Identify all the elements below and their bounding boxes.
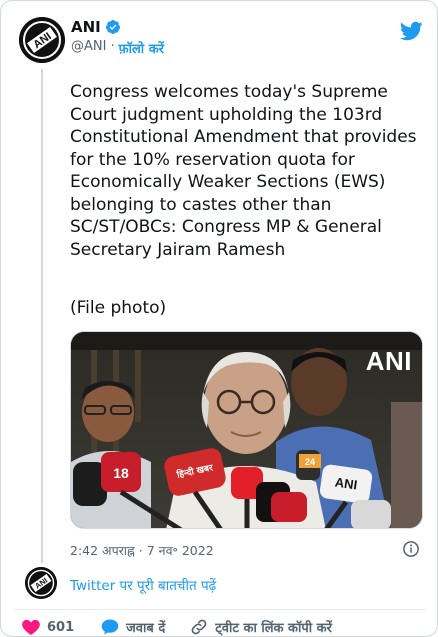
author-handle[interactable]: @ANI xyxy=(71,39,106,57)
media-watermark: ANI xyxy=(365,346,412,376)
info-icon[interactable] xyxy=(402,540,420,558)
follow-button[interactable]: फ़ॉलो करें xyxy=(119,39,164,57)
mic-label-ani: ANI xyxy=(334,475,358,493)
author-name[interactable]: ANI xyxy=(71,18,101,36)
read-conversation-link[interactable]: Twitter पर पूरी बातचीत पढ़ें xyxy=(70,576,216,594)
twitter-bird-icon[interactable] xyxy=(399,19,423,43)
like-count: 601 xyxy=(47,619,75,635)
copy-link-label: ट्वीट का लिंक कॉपी करें xyxy=(215,621,332,636)
tweet-text: Congress welcomes today's Supreme Court … xyxy=(70,82,422,260)
reply-label: जवाब दें xyxy=(126,621,166,636)
tweet-media-photo[interactable]: 18 हिन्दी खबर 24 ANI ANI xyxy=(70,331,423,529)
separator-dot: · xyxy=(110,39,115,54)
tweet-actions-bar: 601 जवाब दें ट्वीट का लिंक कॉपी करें xyxy=(21,617,332,636)
author-avatar[interactable]: ANI xyxy=(19,17,65,63)
mic-label-18: 18 xyxy=(113,465,129,481)
tweet-file-photo-note: (File photo) xyxy=(70,298,167,318)
reply-button[interactable]: जवाब दें xyxy=(100,617,166,636)
author-name-row: ANI xyxy=(71,18,121,36)
handle-row: @ANI · फ़ॉलो करें xyxy=(71,39,164,57)
link-icon xyxy=(191,619,207,635)
like-button[interactable]: 601 xyxy=(21,617,75,636)
reply-bubble-icon xyxy=(101,619,119,635)
tweet-timestamp[interactable]: 2:42 अपराह्न · 7 नव॰ 2022 xyxy=(70,542,214,559)
copy-link-button[interactable]: ट्वीट का लिंक कॉपी करें xyxy=(189,617,332,636)
verified-badge-icon xyxy=(105,20,120,34)
mic-label-24: 24 xyxy=(305,457,315,467)
thread-line xyxy=(41,69,43,563)
tweet-embed-card: ANI ANI @ANI · फ़ॉलो करें Congress welco… xyxy=(0,0,438,637)
conversation-avatar: ANI xyxy=(25,567,57,599)
heart-icon xyxy=(22,619,40,635)
actions-divider xyxy=(15,609,425,610)
